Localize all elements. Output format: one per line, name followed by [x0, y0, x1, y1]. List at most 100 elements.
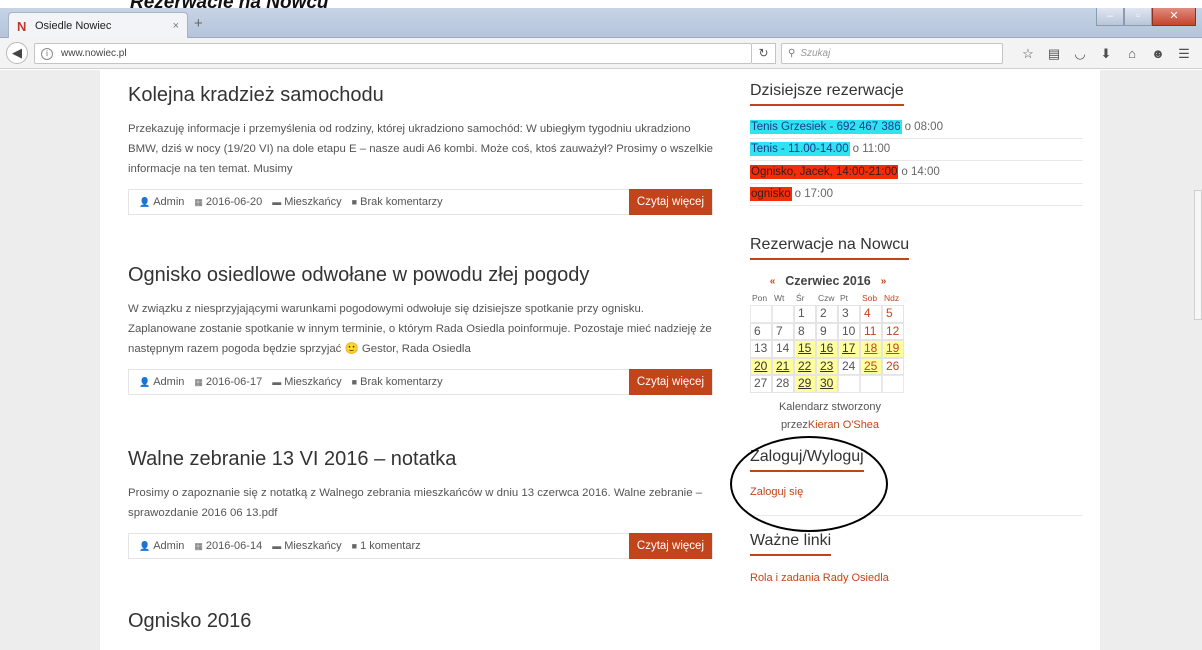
page-viewport: Kolejna kradzież samochodu Przekazuję in…: [0, 70, 1202, 650]
calendar-day[interactable]: 15: [794, 340, 816, 358]
calendar-day[interactable]: 23: [816, 357, 838, 375]
next-month-button[interactable]: »: [881, 276, 887, 287]
minimize-button[interactable]: –: [1096, 8, 1124, 26]
calendar-day[interactable]: 16: [816, 340, 838, 358]
read-more-button[interactable]: Czytaj więcej: [628, 533, 712, 559]
calendar-day: 2: [816, 305, 838, 323]
calendar-day[interactable]: 21: [772, 357, 794, 375]
post-meta: 👤 Admin ▦ 2016-06-20 ▬ Mieszkańcy ■ Brak kom…: [128, 189, 713, 215]
reservation-item: Ognisko, Jacek, 14:00-21:00 o 14:00: [750, 161, 1083, 184]
credit-author-link[interactable]: Kieran O'Shea: [808, 419, 879, 431]
category-text: Mieszkańcy: [284, 540, 342, 552]
post-comments[interactable]: ■ Brak komentarzy: [352, 376, 443, 388]
calendar-day-number: 4: [864, 306, 871, 320]
calendar-day-number: 10: [842, 323, 856, 338]
tab-close-icon[interactable]: ×: [173, 20, 179, 32]
author-name: Admin: [153, 196, 185, 208]
menu-icon[interactable]: ☰: [1171, 46, 1197, 62]
post-category[interactable]: ▬ Mieszkańcy: [272, 540, 341, 552]
date-text: 2016-06-17: [205, 376, 263, 388]
post-comments[interactable]: ■ 1 komentarz: [352, 540, 421, 552]
address-bar[interactable]: i www.nowiec.pl: [34, 43, 752, 64]
calendar-day[interactable]: 29: [794, 375, 816, 393]
calendar-day-number: 26: [886, 358, 900, 373]
close-window-button[interactable]: ✕: [1152, 8, 1196, 26]
reading-list-icon[interactable]: ▤: [1041, 46, 1067, 62]
read-more-button[interactable]: Czytaj więcej: [628, 369, 712, 395]
calendar-day-number: 5: [886, 306, 893, 320]
reservation-time: o 14:00: [901, 165, 940, 178]
calendar-day[interactable]: 18: [860, 340, 882, 358]
category-text: Mieszkańcy: [284, 196, 342, 208]
new-tab-button[interactable]: +: [194, 16, 203, 31]
prev-month-button[interactable]: «: [770, 276, 776, 287]
calendar-weekday: Pt: [840, 293, 849, 303]
links-widget: Ważne linki Rola i zadania Rady Osiedla: [750, 532, 1083, 584]
chat-icon[interactable]: ☻: [1145, 46, 1171, 62]
important-link[interactable]: Rola i zadania Rady Osiedla: [750, 572, 1083, 584]
search-input[interactable]: ⚲ Szukaj: [781, 43, 1003, 64]
back-arrow-icon[interactable]: ◀: [6, 42, 28, 64]
calendar-day[interactable]: 25: [860, 357, 882, 375]
calendar-day: 14: [772, 340, 794, 358]
date-text: 2016-06-14: [205, 540, 263, 552]
post-title[interactable]: Ognisko osiedlowe odwołane w powodu złej…: [128, 264, 713, 287]
calendar-day: 24: [838, 357, 860, 375]
user-icon: 👤: [139, 376, 151, 387]
login-widget: Zaloguj/Wyloguj Zaloguj się: [730, 435, 1083, 532]
calendar-day[interactable]: 20: [750, 357, 772, 375]
folder-icon: ▬: [272, 541, 282, 551]
post-title[interactable]: Kolejna kradzież samochodu: [128, 84, 713, 107]
scrollbar[interactable]: [1194, 190, 1202, 320]
credit-author-line: przezKieran O'Shea: [750, 416, 910, 434]
calendar-empty-cell: [750, 305, 772, 323]
post-date[interactable]: ▦ 2016-06-14: [194, 540, 262, 552]
calendar-day[interactable]: 22: [794, 357, 816, 375]
browser-tab[interactable]: N Osiedle Nowiec ×: [8, 12, 188, 39]
info-icon[interactable]: i: [41, 47, 53, 60]
post-date[interactable]: ▦ 2016-06-20: [194, 196, 262, 208]
calendar-day-number: 14: [776, 341, 790, 355]
reservation-time: o 17:00: [794, 188, 834, 201]
post-author[interactable]: 👤 Admin: [139, 540, 184, 552]
reservation-link[interactable]: Ognisko, Jacek, 14:00-21:00: [750, 164, 899, 179]
reservation-list: Tenis Grzesiek - 692 467 386 o 08:00 Ten…: [750, 116, 1083, 206]
calendar-day: 7: [772, 322, 794, 340]
calendar-empty-cell: [860, 375, 882, 393]
calendar-day-number: 11: [864, 323, 877, 338]
post-title[interactable]: Ognisko 2016: [128, 610, 713, 633]
post-title[interactable]: Walne zebranie 13 VI 2016 – notatka: [128, 448, 713, 471]
window-controls: – ▫ ✕: [1096, 8, 1196, 26]
post-author[interactable]: 👤 Admin: [139, 196, 184, 208]
post-category[interactable]: ▬ Mieszkańcy: [272, 196, 341, 208]
comment-icon: ■: [351, 541, 358, 551]
calendar-grid: Pon Wt Śr Czw Pt Sob Ndz 1 2 3 4 5 6 7 8 9 10 11 12 13 14 15 1…: [750, 291, 906, 393]
comments-text: Brak komentarzy: [360, 376, 443, 388]
calendar-day: 11: [860, 322, 882, 340]
pocket-icon[interactable]: ◡: [1067, 46, 1093, 62]
post-excerpt: W związku z niesprzyjającymi warunkami p…: [128, 303, 712, 355]
calendar-empty-cell: [772, 305, 794, 323]
star-icon[interactable]: ☆: [1015, 46, 1041, 62]
maximize-button[interactable]: ▫: [1124, 8, 1152, 26]
post-comments[interactable]: ■ Brak komentarzy: [352, 196, 443, 208]
reload-icon[interactable]: ↻: [752, 43, 776, 64]
post-author[interactable]: 👤 Admin: [139, 376, 184, 388]
read-more-button[interactable]: Czytaj więcej: [628, 189, 712, 215]
reservation-link[interactable]: Tenis - 11.00-14.00: [750, 142, 850, 157]
post: Kolejna kradzież samochodu Przekazuję in…: [128, 84, 713, 215]
post-category[interactable]: ▬ Mieszkańcy: [272, 376, 341, 388]
calendar-day[interactable]: 17: [838, 340, 860, 358]
reservation-link[interactable]: Tenis Grzesiek - 692 467 386: [750, 119, 902, 134]
reservation-link[interactable]: ognisko: [750, 187, 792, 202]
credit-line: Kalendarz stworzony: [778, 400, 882, 413]
home-icon[interactable]: ⌂: [1119, 46, 1145, 62]
calendar-day-number: 23: [820, 358, 834, 373]
calendar-day[interactable]: 30: [816, 375, 838, 393]
download-icon[interactable]: ⬇: [1093, 46, 1119, 62]
calendar-day[interactable]: 19: [882, 340, 904, 358]
calendar-day-number: 3: [842, 306, 849, 320]
post-date[interactable]: ▦ 2016-06-17: [194, 376, 262, 388]
calendar-day-number: 27: [754, 376, 768, 390]
folder-icon: ▬: [272, 377, 282, 387]
